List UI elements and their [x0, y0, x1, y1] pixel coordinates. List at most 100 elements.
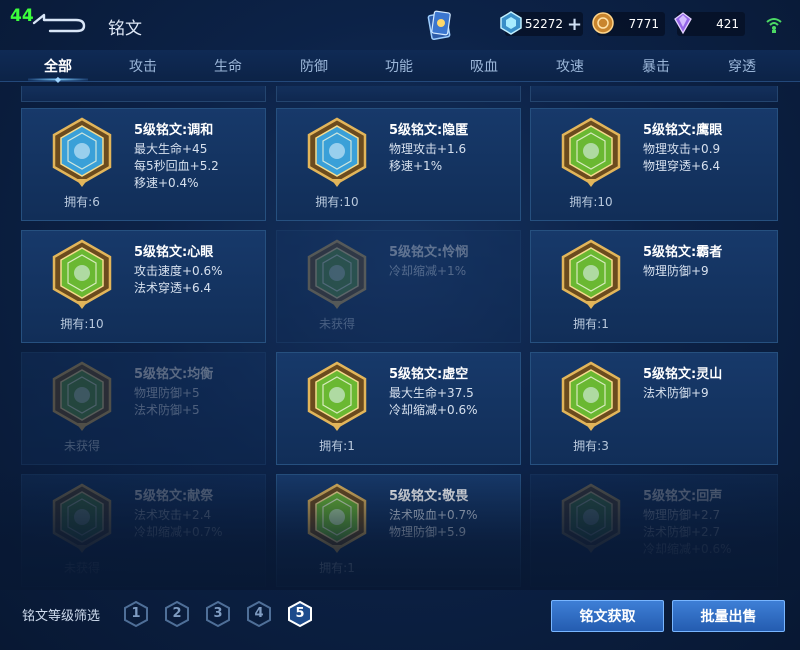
- inscription-name: 5级铭文:调和: [134, 123, 214, 138]
- tab-penetration[interactable]: 穿透: [712, 56, 772, 76]
- batch-sell-button[interactable]: 批量出售: [672, 600, 785, 632]
- inscription-card[interactable]: 拥有:1 5级铭文:虚空 最大生命+37.5 冷却缩减+0.6%: [276, 352, 521, 465]
- inscription-name: 5级铭文:献祭: [134, 489, 214, 504]
- stat-line: 法术防御+9: [643, 386, 709, 400]
- tab-critical[interactable]: 暴击: [626, 56, 686, 76]
- stat-line: 法术攻击+2.4: [134, 508, 212, 522]
- tab-all[interactable]: 全部: [28, 56, 88, 76]
- inscription-stats: 攻击速度+0.6% 法术穿透+6.4: [134, 263, 223, 297]
- inscription-gem-icon: [307, 117, 367, 187]
- add-diamond-button[interactable]: +: [567, 14, 582, 35]
- inscription-stats: 物理防御+9: [643, 263, 709, 280]
- level-number: 3: [213, 606, 223, 621]
- inscription-gem-icon: [52, 483, 112, 553]
- stat-line: 物理防御+2.7: [643, 508, 721, 522]
- owned-count: 未获得: [318, 317, 355, 331]
- level-filter-4[interactable]: 4: [246, 600, 272, 628]
- inscription-stats: 法术防御+9: [643, 385, 709, 402]
- partial-card: [21, 86, 266, 102]
- inscription-card[interactable]: 拥有:1 5级铭文:敬畏 法术吸血+0.7% 物理防御+5.9: [276, 474, 521, 587]
- stat-line: 物理防御+5.9: [389, 525, 467, 539]
- inscription-name: 5级铭文:鹰眼: [643, 123, 723, 138]
- stat-line: 法术防御+2.7: [643, 525, 721, 539]
- level-number: 2: [172, 606, 182, 621]
- owned-count: 拥有:1: [573, 317, 609, 331]
- inscription-stats: 物理攻击+0.9 物理穿透+6.4: [643, 141, 720, 175]
- tab-defense[interactable]: 防御: [284, 56, 344, 76]
- inscription-card[interactable]: 拥有:10 5级铭文:心眼 攻击速度+0.6% 法术穿透+6.4: [21, 230, 266, 343]
- tab-attack[interactable]: 攻击: [113, 56, 173, 76]
- stat-line: 移速+1%: [389, 159, 443, 173]
- stat-line: 物理攻击+0.9: [643, 142, 721, 156]
- inscription-page-icon[interactable]: [427, 10, 453, 40]
- inscription-card[interactable]: 未获得 5级铭文:献祭 法术攻击+2.4 冷却缩减+0.7%: [21, 474, 266, 587]
- stat-line: 移速+0.4%: [134, 176, 199, 190]
- partial-card: [276, 86, 521, 102]
- stat-line: 法术穿透+6.4: [134, 281, 212, 295]
- inscription-name: 5级铭文:心眼: [134, 245, 214, 260]
- tab-utility[interactable]: 功能: [369, 56, 429, 76]
- owned-count: 拥有:3: [573, 439, 609, 453]
- inscription-gem-icon: [52, 117, 112, 187]
- owned-count: 未获得: [63, 561, 100, 575]
- inscription-card[interactable]: 拥有:6 5级铭文:调和最大生命+45 每5秒回血+5.2 移速+0.4%: [21, 108, 266, 221]
- gold-value: 7771: [628, 17, 659, 31]
- stat-line: 冷却缩减+1%: [389, 264, 467, 278]
- inscription-name: 5级铭文:隐匿: [389, 123, 469, 138]
- level-filter-1[interactable]: 1: [123, 600, 149, 628]
- crystal-counter: 421: [674, 12, 745, 36]
- level-number: 4: [254, 606, 264, 621]
- stat-line: 物理攻击+1.6: [389, 142, 467, 156]
- inscription-gem-icon: [561, 239, 621, 309]
- owned-count: 拥有:10: [569, 195, 613, 209]
- stat-line: 最大生命+37.5: [389, 386, 474, 400]
- stat-line: 物理防御+5: [134, 386, 200, 400]
- inscription-name: 5级铭文:回声: [643, 489, 723, 504]
- inscription-name: 5级铭文:灵山: [643, 367, 723, 382]
- inscription-gem-icon: [307, 361, 367, 431]
- inscription-card[interactable]: 拥有:10 5级铭文:鹰眼 物理攻击+0.9 物理穿透+6.4: [530, 108, 778, 221]
- inscription-stats: 冷却缩减+1%: [389, 263, 466, 280]
- tab-ornament-icon: ◆: [54, 75, 62, 84]
- inscription-name: 5级铭文:霸者: [643, 245, 723, 260]
- inscription-stats: 法术吸血+0.7% 物理防御+5.9: [389, 507, 478, 541]
- diamond-icon: [500, 11, 522, 35]
- level-number: 5: [295, 606, 305, 621]
- stat-line: 法术防御+5: [134, 403, 200, 417]
- back-arrow-icon[interactable]: [30, 12, 88, 34]
- level-filter-3[interactable]: 3: [205, 600, 231, 628]
- owned-count: 拥有:1: [319, 439, 355, 453]
- owned-count: 未获得: [63, 439, 100, 453]
- stat-line: 物理防御+9: [643, 264, 709, 278]
- inscription-stats: 最大生命+45 每5秒回血+5.2 移速+0.4%: [134, 141, 219, 192]
- inscription-name: 5级铭文:虚空: [389, 367, 469, 382]
- inscription-card[interactable]: 拥有:3 5级铭文:灵山 法术防御+9: [530, 352, 778, 465]
- inscription-card[interactable]: 未获得 5级铭文:均衡 物理防御+5 法术防御+5: [21, 352, 266, 465]
- top-bar: 44 铭文 52272 + 7771 421: [0, 0, 800, 48]
- inscription-card[interactable]: 拥有:10 5级铭文:隐匿 物理攻击+1.6 移速+1%: [276, 108, 521, 221]
- inscription-stats: 物理攻击+1.6 移速+1%: [389, 141, 466, 175]
- inscription-gem-icon: [307, 483, 367, 553]
- inscription-card[interactable]: 5级铭文:回声 物理防御+2.7 法术防御+2.7 冷却缩减+0.6%: [530, 474, 778, 587]
- owned-count: 拥有:1: [319, 561, 355, 575]
- tab-health[interactable]: 生命: [198, 56, 258, 76]
- inscription-stats: 物理防御+2.7 法术防御+2.7 冷却缩减+0.6%: [643, 507, 732, 558]
- inscription-card[interactable]: 拥有:1 5级铭文:霸者 物理防御+9: [530, 230, 778, 343]
- inscription-gem-icon: [52, 239, 112, 309]
- inscription-gem-icon: [561, 361, 621, 431]
- level-filter-5[interactable]: 5: [287, 600, 313, 628]
- inscription-name: 5级铭文:怜悯: [389, 245, 469, 260]
- inscription-card[interactable]: 未获得 5级铭文:怜悯 冷却缩减+1%: [276, 230, 521, 343]
- inscription-gem-icon: [52, 361, 112, 431]
- category-tabs: 全部 攻击 生命 防御 功能 吸血 攻速 暴击 穿透 ◆: [0, 50, 800, 84]
- owned-count: 拥有:6: [64, 195, 100, 209]
- level-number: 1: [131, 606, 141, 621]
- tab-attack-speed[interactable]: 攻速: [540, 56, 600, 76]
- acquire-inscription-button[interactable]: 铭文获取: [551, 600, 664, 632]
- crystal-icon: [674, 12, 692, 35]
- inscription-gem-icon: [561, 483, 621, 553]
- tab-lifesteal[interactable]: 吸血: [454, 56, 514, 76]
- stat-line: 物理穿透+6.4: [643, 159, 721, 173]
- gold-counter: 7771: [592, 12, 665, 36]
- level-filter-2[interactable]: 2: [164, 600, 190, 628]
